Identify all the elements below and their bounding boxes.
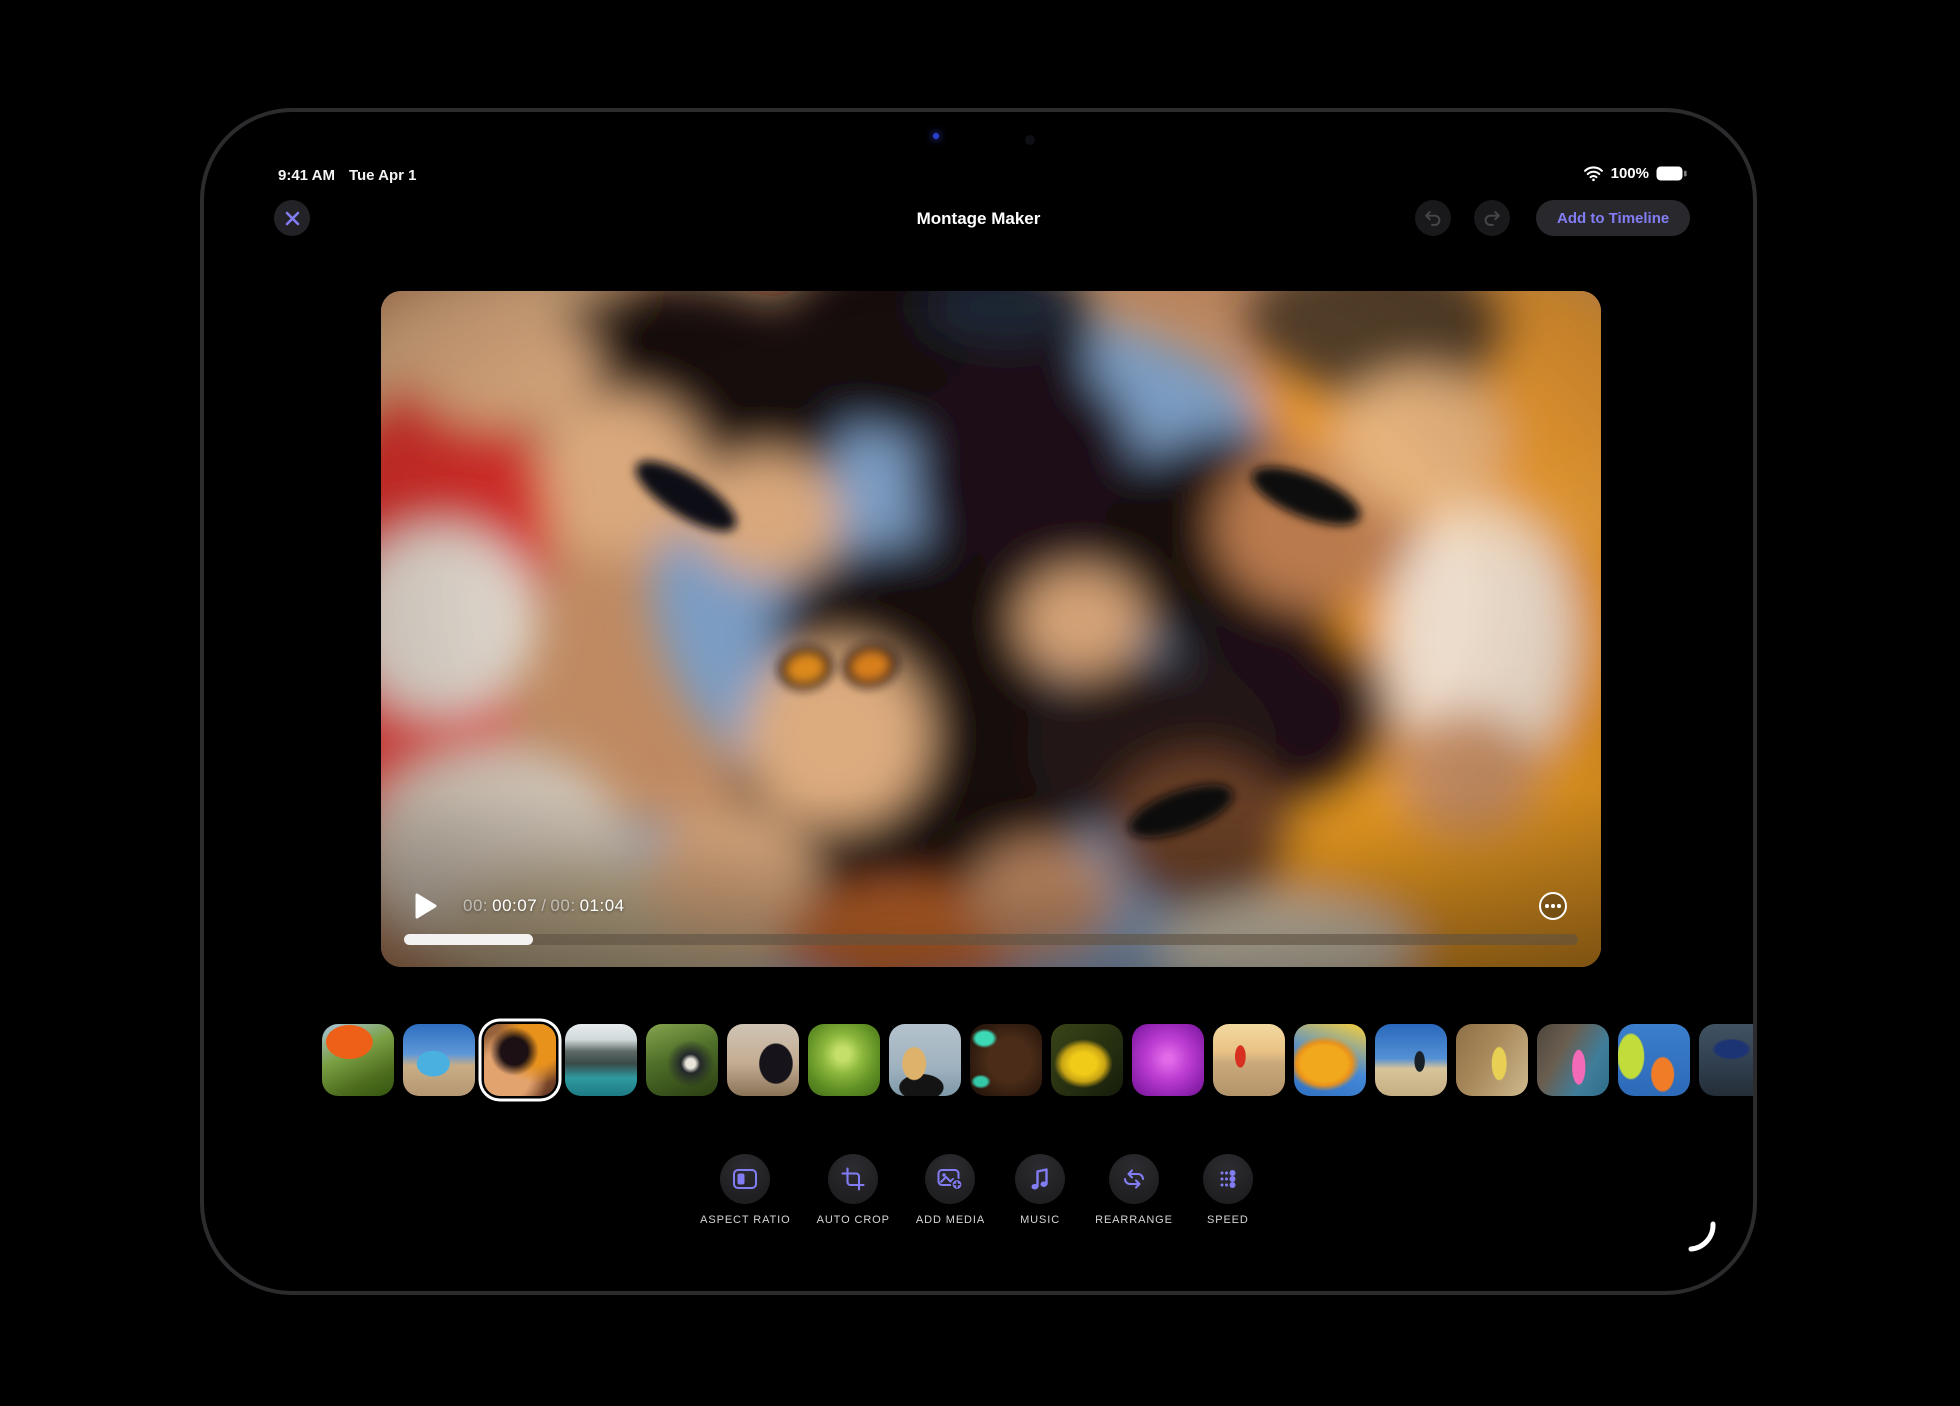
more-options-button[interactable] (1539, 892, 1567, 920)
undo-arrow-icon (1422, 207, 1444, 229)
time-separator: / (541, 896, 546, 916)
thumbnail-rocky-cove-teal-water[interactable] (565, 1024, 637, 1096)
thumbnail-woman-pink-dress-rocks[interactable] (1537, 1024, 1609, 1096)
duration-prefix: 00: (550, 896, 575, 916)
auto-crop-icon (841, 1167, 865, 1191)
thumbnail-green-succulent-macro[interactable] (808, 1024, 880, 1096)
thumbnail-beach-blue-scarf-cropped[interactable] (1699, 1024, 1757, 1096)
media-strip (322, 1024, 1757, 1096)
play-button[interactable] (415, 892, 443, 920)
thumbnail-puffin-green-cliff[interactable] (646, 1024, 718, 1096)
aspect-ratio-button[interactable]: ASPECT RATIO (700, 1154, 790, 1226)
tool-label: REARRANGE (1095, 1214, 1173, 1226)
thumbnail-silhouette-sitting-dusk[interactable] (727, 1024, 799, 1096)
tool-label: AUTO CROP (817, 1214, 890, 1226)
music-button[interactable]: MUSIC (1011, 1154, 1069, 1226)
thumbnail-blonde-woman-by-sea[interactable] (889, 1024, 961, 1096)
status-time: 9:41 AM (278, 167, 335, 184)
toolbar: ASPECT RATIO AUTO CROP ADD (204, 1154, 1753, 1226)
page-title: Montage Maker (204, 209, 1753, 229)
play-triangle-icon (415, 893, 437, 919)
battery-icon (1656, 166, 1687, 181)
add-to-timeline-label: Add to Timeline (1557, 210, 1669, 227)
duration-time: 01:04 (580, 896, 625, 916)
tool-label: ADD MEDIA (916, 1214, 985, 1226)
pencil-hover-arc-icon (1686, 1218, 1718, 1259)
elapsed-time: 00:07 (492, 896, 537, 916)
progress-fill (404, 934, 533, 945)
aspect-ratio-icon (732, 1167, 758, 1191)
add-to-timeline-button[interactable]: Add to Timeline (1536, 200, 1690, 236)
video-preview[interactable]: 00:00:07 / 00:01:04 (381, 291, 1601, 967)
add-media-icon (937, 1167, 963, 1191)
add-media-button[interactable]: ADD MEDIA (916, 1154, 985, 1226)
auto-crop-button[interactable]: AUTO CROP (817, 1154, 890, 1226)
desktop-background: { "status_bar": { "time": "9:41 AM", "da… (0, 0, 1960, 1406)
thumbnail-dancer-orange-fabric[interactable] (1294, 1024, 1366, 1096)
ipad-device-frame: 9:41 AM Tue Apr 1 100% Montage Maker (200, 108, 1757, 1295)
wifi-icon (1583, 166, 1604, 182)
thumbnail-friends-lime-orange[interactable] (1618, 1024, 1690, 1096)
redo-button[interactable] (1474, 200, 1510, 236)
thumbnail-woman-green-sweater-orange-hat[interactable] (322, 1024, 394, 1096)
thumbnail-purple-thistle-macro[interactable] (1132, 1024, 1204, 1096)
thumbnail-women-yellow-dress-cliff[interactable] (1456, 1024, 1528, 1096)
status-bar-right: 100% (1583, 165, 1687, 182)
thumbnail-yellow-flower-macro[interactable] (1051, 1024, 1123, 1096)
timecode: 00:00:07 / 00:01:04 (463, 896, 625, 916)
thumbnail-butterfly-dark-teal[interactable] (970, 1024, 1042, 1096)
thumbnail-beach-pair-blue-fabric[interactable] (403, 1024, 475, 1096)
tool-label: MUSIC (1020, 1214, 1060, 1226)
thumbnail-friends-circle-sunglasses[interactable] (484, 1024, 556, 1096)
redo-arrow-icon (1481, 207, 1503, 229)
tool-label: ASPECT RATIO (700, 1214, 790, 1226)
music-note-icon (1029, 1167, 1051, 1191)
tool-label: SPEED (1207, 1214, 1249, 1226)
front-camera-indicator-icon (933, 133, 939, 139)
rearrange-arrows-icon (1122, 1168, 1146, 1190)
elapsed-prefix: 00: (463, 896, 488, 916)
front-camera-lens-icon (1025, 135, 1035, 145)
status-bar-left: 9:41 AM Tue Apr 1 (278, 167, 416, 184)
speed-dots-icon (1216, 1167, 1240, 1191)
thumbnail-beach-pair-sunset[interactable] (1213, 1024, 1285, 1096)
speed-button[interactable]: SPEED (1199, 1154, 1257, 1226)
ellipsis-icon (1545, 904, 1549, 908)
rearrange-button[interactable]: REARRANGE (1095, 1154, 1173, 1226)
progress-bar[interactable] (404, 934, 1578, 945)
battery-percent: 100% (1611, 165, 1649, 182)
video-vignette (381, 291, 1601, 967)
status-date: Tue Apr 1 (349, 167, 417, 184)
thumbnail-beach-runner-blue-sky[interactable] (1375, 1024, 1447, 1096)
undo-button[interactable] (1415, 200, 1451, 236)
